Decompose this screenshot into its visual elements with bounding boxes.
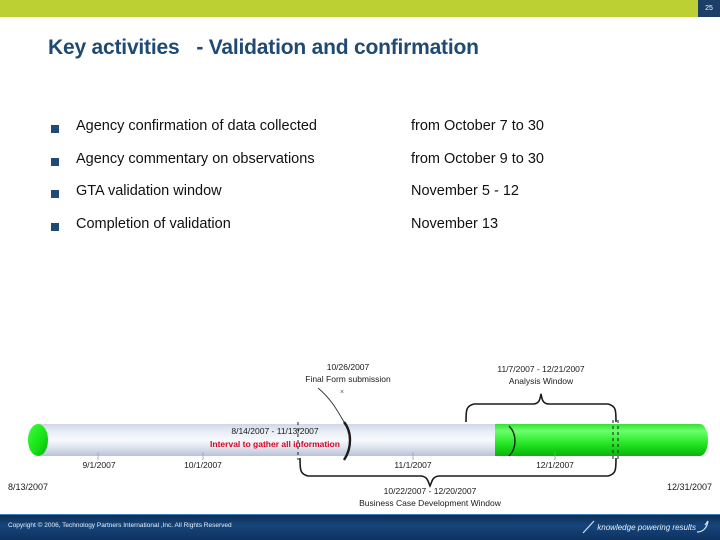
bullet-square-icon xyxy=(51,190,59,198)
interval-range: 8/14/2007 - 11/13/2007 xyxy=(231,426,319,436)
list-item-dates: November 5 - 12 xyxy=(411,183,519,199)
analysis-window-range: 11/7/2007 - 12/21/2007 xyxy=(497,364,585,374)
timeline-start-date: 8/13/2007 xyxy=(8,482,49,492)
interval-label: Interval to gather all information xyxy=(210,439,340,449)
bullet-square-icon xyxy=(51,222,59,231)
copyright-text: Copyright © 2006, Technology Partners In… xyxy=(8,522,232,529)
list-item-dates: from October 7 to 30 xyxy=(411,118,544,134)
page-title: Key activities - Validation and confirma… xyxy=(48,36,479,59)
list-item-label: Agency confirmation of data collected xyxy=(76,118,317,134)
tick-label-2: 11/1/2007 xyxy=(394,460,432,470)
bullet-square-icon xyxy=(51,157,59,166)
footer-divider xyxy=(0,514,720,515)
milestone-label: Final Form submission xyxy=(305,374,391,384)
timeline-bar-left-cap xyxy=(28,424,48,456)
swoosh-right-icon xyxy=(696,520,709,533)
list-item-label: GTA validation window xyxy=(76,183,222,199)
tick-label-3: 12/1/2007 xyxy=(536,460,574,470)
list-item: Agency confirmation of data collected fr… xyxy=(48,118,648,151)
footer-bar: Copyright © 2006, Technology Partners In… xyxy=(0,514,720,540)
milestone-leader-tick: × xyxy=(340,389,344,396)
list-item-dates: November 13 xyxy=(411,215,499,232)
tick-label-1: 10/1/2007 xyxy=(184,460,222,470)
list-item: Completion of validation November 13 xyxy=(48,216,648,249)
logo-tagline: knowledge powering results xyxy=(597,522,696,532)
project-timeline-graphic: × 10/26/2007 Final Form submission 11/7/… xyxy=(0,352,720,512)
business-case-label: Business Case Development Window xyxy=(359,498,501,508)
bullet-square-icon xyxy=(51,125,59,133)
list-item: Agency commentary on observations from O… xyxy=(48,151,648,184)
company-logo: knowledge powering results xyxy=(581,519,710,535)
swoosh-left-icon xyxy=(582,520,595,534)
list-item-dates: from October 9 to 30 xyxy=(411,150,544,167)
milestone-date: 10/26/2007 xyxy=(326,362,370,372)
list-item: GTA validation window November 5 - 12 xyxy=(48,183,648,216)
timeline-bar-right-cap xyxy=(692,424,708,456)
timeline-bar-complete xyxy=(495,424,700,456)
analysis-window-brace xyxy=(465,393,617,423)
analysis-window-label: Analysis Window xyxy=(508,376,574,386)
header-accent-band xyxy=(0,0,720,17)
business-case-range: 10/22/2007 - 12/20/2007 xyxy=(383,486,477,496)
tick-label-0: 9/1/2007 xyxy=(82,460,116,470)
key-activities-list: Agency confirmation of data collected fr… xyxy=(48,118,648,248)
slide-number: 25 xyxy=(705,5,713,12)
list-item-label: Completion of validation xyxy=(76,215,231,232)
timeline-end-date: 12/31/2007 xyxy=(666,482,712,492)
list-item-label: Agency commentary on observations xyxy=(76,150,315,167)
